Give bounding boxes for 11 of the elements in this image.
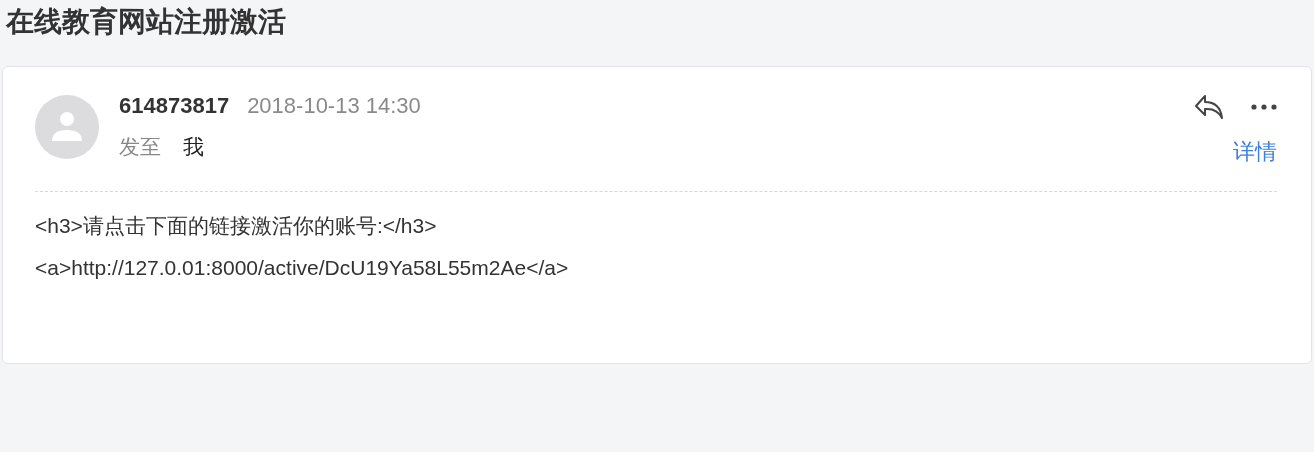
email-subject: 在线教育网站注册激活 [4, 5, 287, 39]
body-text: <a>http://127.0.01:8000/active/DcU19Ya58L55m2Ae</a> [35, 255, 570, 281]
reply-icon[interactable] [1193, 93, 1225, 121]
avatar-icon [35, 95, 99, 159]
recipient-name: 我 [183, 134, 204, 160]
details-link[interactable]: 详情 [1233, 137, 1277, 167]
to-label: 发至 [119, 134, 161, 160]
sent-date: 2018-10-13 14:30 [247, 93, 421, 119]
body-text: <h3>请点击下面的链接激活你的账号:</h3> [35, 213, 438, 239]
sender-name: 614873817 [119, 93, 230, 119]
more-icon[interactable] [1251, 104, 1277, 110]
